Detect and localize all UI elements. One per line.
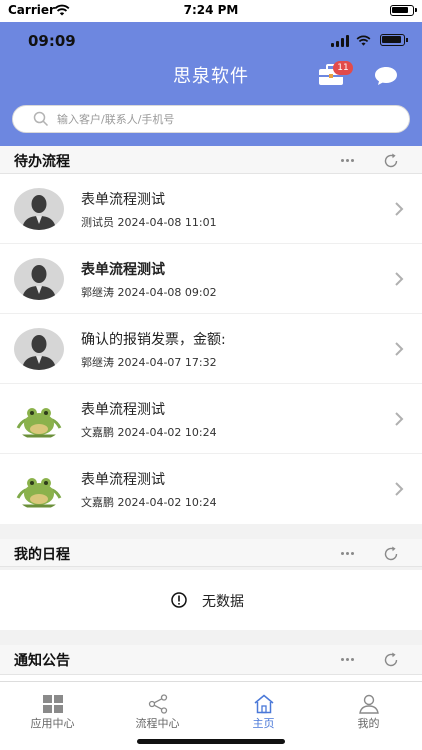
schedule-section-header: 我的日程 xyxy=(0,539,422,567)
inner-time: 09:09 xyxy=(28,32,76,50)
grid-icon xyxy=(43,695,63,713)
todo-item-title: 表单流程测试 xyxy=(81,192,165,208)
chevron-right-icon xyxy=(395,412,404,426)
share-icon xyxy=(148,694,168,714)
more-icon[interactable] xyxy=(341,552,355,556)
more-icon[interactable] xyxy=(341,658,355,662)
todo-item-meta: 文嘉鹏 2024-04-02 10:24 xyxy=(81,496,217,509)
chevron-right-icon xyxy=(395,202,404,216)
home-indicator xyxy=(137,739,285,744)
notice-section-header: 通知公告 xyxy=(0,645,422,675)
search-icon xyxy=(33,111,49,127)
todo-item-title: 表单流程测试 xyxy=(81,472,165,488)
todo-item-title: 表单流程测试 xyxy=(81,402,165,418)
more-icon[interactable] xyxy=(341,159,355,163)
refresh-icon[interactable] xyxy=(382,152,400,170)
search-bar[interactable] xyxy=(12,105,410,133)
device-status-bar: Carrier 7:24 PM xyxy=(0,0,422,22)
todo-section-title: 待办流程 xyxy=(14,154,70,170)
search-input[interactable] xyxy=(57,109,397,129)
empty-text: 无数据 xyxy=(202,594,244,610)
tab-label: 流程中心 xyxy=(135,717,180,730)
tab-home[interactable]: 主页 xyxy=(211,682,316,742)
person-avatar xyxy=(14,328,64,370)
app-title: 思泉软件 xyxy=(173,66,249,87)
tab-app-center[interactable]: 应用中心 xyxy=(0,682,105,742)
notification-badge: 11 xyxy=(333,61,353,75)
todo-item-meta: 文嘉鹏 2024-04-02 10:24 xyxy=(81,426,217,439)
refresh-icon[interactable] xyxy=(382,545,400,563)
frog-avatar xyxy=(14,468,64,510)
tab-label: 我的 xyxy=(357,717,380,730)
todo-list-item[interactable]: 表单流程测试 郭继涛 2024-04-08 09:02 xyxy=(0,244,422,314)
todo-list-item[interactable]: 表单流程测试 测试员 2024-04-08 11:01 xyxy=(0,174,422,244)
refresh-icon[interactable] xyxy=(382,651,400,669)
info-icon xyxy=(171,592,187,608)
battery-icon xyxy=(390,5,417,16)
tab-mine[interactable]: 我的 xyxy=(316,682,421,742)
battery-icon xyxy=(380,34,408,46)
todo-list-item[interactable]: 确认的报销发票，金额: 郭继涛 2024-04-07 17:32 xyxy=(0,314,422,384)
todo-item-meta: 郭继涛 2024-04-07 17:32 xyxy=(81,356,217,369)
cell-signal-icon xyxy=(331,35,349,47)
tab-process-center[interactable]: 流程中心 xyxy=(105,682,210,742)
todo-list: 表单流程测试 测试员 2024-04-08 11:01 表单流程测试 郭继涛 2… xyxy=(0,174,422,524)
app-header: 09:09 思泉软件 11 xyxy=(0,22,422,146)
todo-item-title: 表单流程测试 xyxy=(81,262,165,278)
tab-label: 主页 xyxy=(252,717,275,730)
device-time: 7:24 PM xyxy=(183,3,239,17)
home-icon xyxy=(254,694,274,714)
person-avatar xyxy=(14,258,64,300)
todo-list-item[interactable]: 表单流程测试 文嘉鹏 2024-04-02 10:24 xyxy=(0,384,422,454)
todo-section-header: 待办流程 xyxy=(0,146,422,174)
schedule-empty-state: 无数据 xyxy=(0,570,422,630)
chevron-right-icon xyxy=(395,342,404,356)
chat-icon[interactable] xyxy=(374,66,398,86)
tab-label: 应用中心 xyxy=(30,717,75,730)
schedule-section-title: 我的日程 xyxy=(14,547,70,563)
wifi-icon xyxy=(356,35,371,46)
todo-item-title: 确认的报销发票，金额: xyxy=(81,332,226,348)
frog-avatar xyxy=(14,398,64,440)
chevron-right-icon xyxy=(395,482,404,496)
todo-list-item[interactable]: 表单流程测试 文嘉鹏 2024-04-02 10:24 xyxy=(0,454,422,524)
todo-item-meta: 郭继涛 2024-04-08 09:02 xyxy=(81,286,217,299)
chevron-right-icon xyxy=(395,272,404,286)
notice-section-title: 通知公告 xyxy=(14,653,70,669)
person-avatar xyxy=(14,188,64,230)
todo-item-meta: 测试员 2024-04-08 11:01 xyxy=(81,216,217,229)
user-icon xyxy=(359,694,379,714)
inner-status-bar: 09:09 xyxy=(0,22,422,60)
